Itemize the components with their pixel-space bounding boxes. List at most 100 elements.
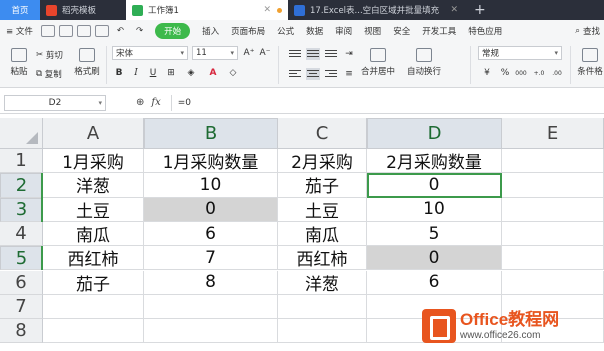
align-center-icon[interactable]	[306, 68, 320, 80]
cell-e4[interactable]	[502, 221, 604, 247]
save-icon[interactable]	[40, 25, 55, 37]
cell-a3[interactable]: 土豆	[43, 197, 144, 222]
cell-b4[interactable]: 6	[144, 221, 278, 247]
indent-icon[interactable]: ⇥	[342, 48, 356, 60]
increase-decimal-icon[interactable]: +.0	[532, 67, 546, 79]
cell-e5[interactable]	[502, 246, 604, 271]
align-top-icon[interactable]	[288, 48, 302, 60]
row-header-7[interactable]: 7	[0, 294, 43, 320]
underline-icon[interactable]: U	[146, 67, 160, 79]
percent-icon[interactable]: %	[498, 67, 512, 79]
auto-wrap-button[interactable]: 自动换行	[404, 48, 444, 77]
cell-d6[interactable]: 6	[367, 270, 502, 295]
cell-c7[interactable]	[278, 294, 367, 320]
cell-b3[interactable]: 0	[144, 197, 278, 222]
row-header-4[interactable]: 4	[0, 221, 43, 247]
menu-review[interactable]: 审阅	[329, 25, 358, 37]
cell-c5[interactable]: 西红柿	[278, 246, 367, 271]
italic-icon[interactable]: I	[129, 67, 143, 79]
column-header-a[interactable]: A	[43, 118, 144, 149]
number-format-select[interactable]: 常规 ▾	[478, 46, 562, 60]
cell-a2[interactable]: 洋葱	[43, 173, 144, 198]
column-header-d[interactable]: D	[367, 118, 502, 149]
distribute-icon[interactable]: ≡	[342, 68, 356, 80]
cell-e1[interactable]	[502, 149, 604, 174]
menu-formulas[interactable]: 公式	[271, 25, 300, 37]
column-header-e[interactable]: E	[502, 118, 604, 149]
menu-view[interactable]: 视图	[358, 25, 387, 37]
function-icon[interactable]: fx	[151, 97, 160, 108]
cell-b2[interactable]: 10	[144, 173, 278, 198]
decrease-decimal-icon[interactable]: .00	[550, 67, 564, 79]
font-size-select[interactable]: 11 ▾	[192, 46, 238, 60]
menu-data[interactable]: 数据	[300, 25, 329, 37]
shrink-font-icon[interactable]: A⁻	[258, 47, 272, 59]
row-header-2[interactable]: 2	[0, 173, 43, 198]
export-icon[interactable]	[94, 25, 109, 37]
cell-b6[interactable]: 8	[144, 270, 278, 295]
cell-d1[interactable]: 2月采购数量	[367, 149, 502, 174]
menu-insert[interactable]: 插入	[196, 25, 225, 37]
cell-d3[interactable]: 10	[367, 197, 502, 222]
copy-button[interactable]: ⧉ 复制	[36, 68, 62, 80]
column-header-c[interactable]: C	[278, 118, 367, 149]
cell-a6[interactable]: 茄子	[43, 270, 144, 295]
format-painter-button[interactable]: 格式刷	[70, 48, 104, 77]
fill-color-icon[interactable]: ◈	[184, 67, 198, 79]
align-middle-icon[interactable]	[306, 48, 320, 60]
border-icon[interactable]: ⊞	[164, 67, 178, 79]
cell-b7[interactable]	[144, 294, 278, 320]
search-button[interactable]: ⌕ 查找	[575, 25, 604, 37]
conditional-format-button[interactable]: 条件格	[575, 48, 604, 77]
cell-c1[interactable]: 2月采购	[278, 149, 367, 174]
cell-d4[interactable]: 5	[367, 221, 502, 247]
cell-e2[interactable]	[502, 173, 604, 198]
menu-special-apps[interactable]: 特色应用	[462, 25, 508, 37]
column-header-b[interactable]: B	[144, 118, 278, 149]
tab-docer-templates[interactable]: 稻壳模板	[40, 0, 126, 20]
align-bottom-icon[interactable]	[324, 48, 338, 60]
close-icon[interactable]: ✕	[450, 5, 458, 15]
close-icon[interactable]: ✕	[263, 5, 271, 15]
cell-c6[interactable]: 洋葱	[278, 270, 367, 295]
row-header-8[interactable]: 8	[0, 319, 43, 344]
paste-button[interactable]: 粘贴	[2, 48, 36, 77]
row-header-6[interactable]: 6	[0, 270, 43, 295]
thousands-icon[interactable]: 000	[514, 67, 528, 79]
formula-input[interactable]: =0	[170, 94, 191, 111]
cell-d2[interactable]: 0	[367, 173, 502, 198]
cell-a4[interactable]: 南瓜	[43, 221, 144, 247]
print-preview-icon[interactable]	[58, 25, 73, 37]
cell-d5[interactable]: 0	[367, 246, 502, 271]
cell-a5[interactable]: 西红柿	[43, 246, 144, 271]
row-header-1[interactable]: 1	[0, 149, 43, 174]
grow-font-icon[interactable]: A⁺	[242, 47, 256, 59]
name-box[interactable]: D2 ▾	[4, 94, 106, 111]
print-icon[interactable]	[76, 25, 91, 37]
new-tab-button[interactable]: +	[464, 0, 496, 20]
zoom-icon[interactable]: ⊕	[136, 97, 144, 108]
row-header-5[interactable]: 5	[0, 246, 43, 271]
cell-b5[interactable]: 7	[144, 246, 278, 271]
cell-a8[interactable]	[43, 319, 144, 344]
menu-file[interactable]: ≡ 文件	[0, 25, 39, 37]
cell-b1[interactable]: 1月采购数量	[144, 149, 278, 174]
cell-e3[interactable]	[502, 197, 604, 222]
menu-start[interactable]: 开始	[155, 23, 191, 39]
cell-c3[interactable]: 土豆	[278, 197, 367, 222]
cell-e6[interactable]	[502, 270, 604, 295]
cell-a7[interactable]	[43, 294, 144, 320]
cell-a1[interactable]: 1月采购	[43, 149, 144, 174]
cell-c8[interactable]	[278, 319, 367, 344]
cell-c4[interactable]: 南瓜	[278, 221, 367, 247]
menu-security[interactable]: 安全	[387, 25, 416, 37]
tab-home[interactable]: 首页	[0, 0, 40, 20]
align-right-icon[interactable]	[324, 68, 338, 80]
currency-icon[interactable]: ¥	[480, 67, 494, 79]
cell-c2[interactable]: 茄子	[278, 173, 367, 198]
row-header-3[interactable]: 3	[0, 197, 43, 222]
clear-format-icon[interactable]: ◇	[226, 67, 240, 79]
select-all-corner[interactable]	[0, 118, 43, 149]
font-color-icon[interactable]: A	[206, 67, 220, 79]
merge-center-button[interactable]: 合并居中	[358, 48, 398, 77]
